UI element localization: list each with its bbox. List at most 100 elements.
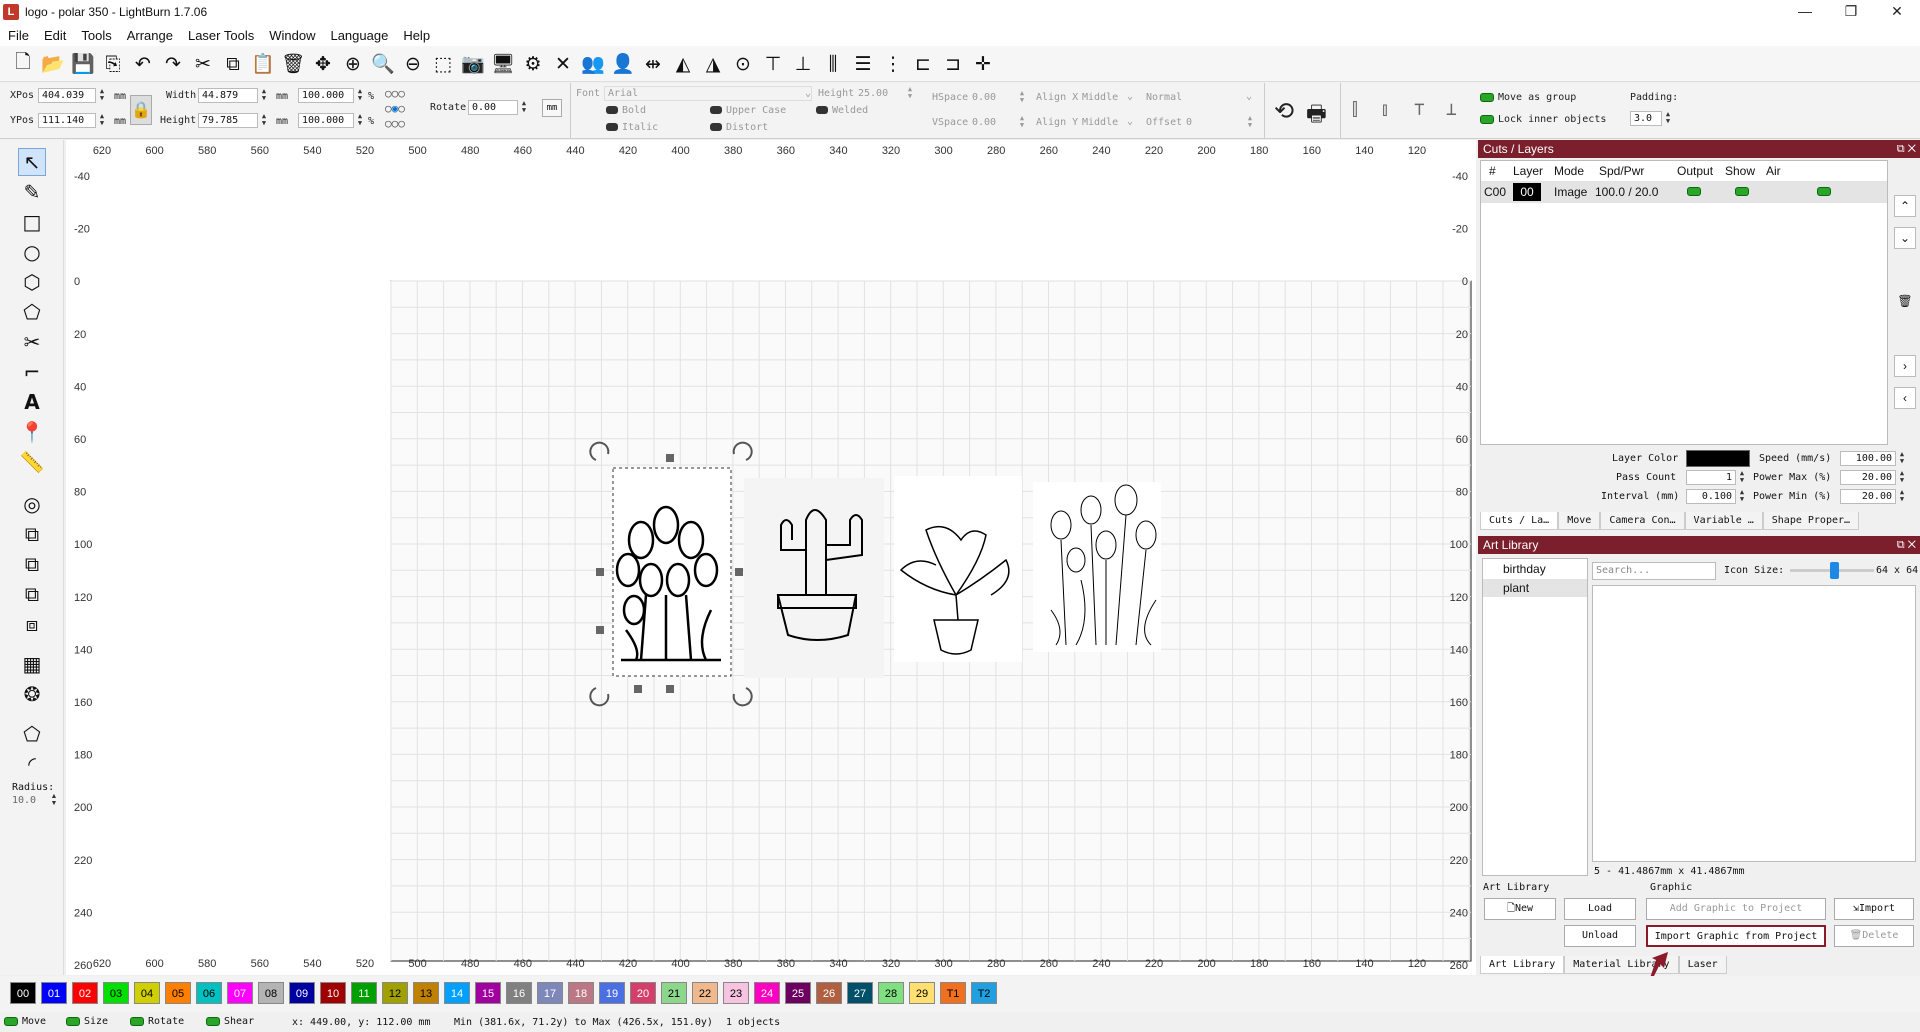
copy-icon[interactable]: ⧉	[220, 51, 246, 77]
layer-color-swatch[interactable]	[1686, 450, 1750, 467]
palette-swatch-20[interactable]: 20	[630, 982, 656, 1004]
minimize-button[interactable]: —	[1782, 0, 1828, 24]
palette-swatch-26[interactable]: 26	[816, 982, 842, 1004]
ungroup-icon[interactable]: 👤	[610, 51, 636, 77]
grid-array-icon[interactable]: ▦	[18, 650, 46, 678]
power-min-spinner-icon[interactable]: ▲ ▼	[1898, 489, 1906, 504]
font-dropdown-icon[interactable]: ⌄	[805, 88, 811, 99]
menu-help[interactable]: Help	[403, 28, 430, 43]
palette-swatch-22[interactable]: 22	[692, 982, 718, 1004]
vspace-spinner-icon[interactable]: ▲ ▼	[1018, 115, 1026, 130]
menu-arrange[interactable]: Arrange	[127, 28, 173, 43]
distort-checkbox[interactable]: Distort	[710, 122, 768, 133]
offset-tool-icon[interactable]: ◎	[18, 490, 46, 518]
monitor-icon[interactable]: 🖥	[490, 51, 516, 77]
move-toggle[interactable]: Move	[4, 1016, 46, 1027]
expand-panel-icon[interactable]: ›	[1894, 355, 1916, 377]
scale-w-spinner-icon[interactable]: ▲ ▼	[356, 88, 364, 103]
paste-icon[interactable]: 📋	[250, 51, 276, 77]
delete-layer-icon[interactable]: 🗑	[1894, 290, 1916, 312]
shear-toggle[interactable]: Shear	[206, 1016, 254, 1027]
pass-count-spinner-icon[interactable]: ▲ ▼	[1738, 470, 1746, 485]
offset-value[interactable]: 0	[1186, 117, 1192, 128]
canvas-svg[interactable]: 620 600 580 560 540 520 500 480 460 440 420 400 380 3…	[66, 140, 1476, 975]
palette-swatch-17[interactable]: 17	[537, 982, 563, 1004]
align-y-value[interactable]: Middle	[1082, 117, 1118, 128]
palette-swatch-05[interactable]: 05	[165, 982, 191, 1004]
distribute-space-icon[interactable]: ⋮	[880, 51, 906, 77]
load-library-button[interactable]: Load	[1564, 898, 1636, 920]
lock-inner-objects-checkbox[interactable]: Lock inner objects	[1480, 114, 1606, 125]
flip-vertical-icon[interactable]: ◭	[670, 51, 696, 77]
tab-shape-properties[interactable]: Shape Proper…	[1762, 512, 1860, 530]
power-max-input[interactable]: 20.00	[1840, 470, 1896, 485]
palette-swatch-07[interactable]: 07	[227, 982, 253, 1004]
lock-aspect-icon[interactable]: 🔒	[130, 95, 152, 125]
new-library-button[interactable]: 🗋New	[1484, 898, 1556, 920]
art-search-input[interactable]: Search...	[1592, 562, 1716, 580]
palette-swatch-10[interactable]: 10	[320, 982, 346, 1004]
polygon-tool-icon[interactable]: ⬡	[18, 268, 46, 296]
redo-icon[interactable]: ↷	[160, 51, 186, 77]
measure-tool-icon[interactable]: ⌐	[18, 358, 46, 386]
table-row[interactable]: C00 00 Image 100.0 / 20.0	[1481, 181, 1887, 203]
radius-spinner-icon[interactable]: ▲ ▼	[50, 793, 58, 808]
menu-tools[interactable]: Tools	[81, 28, 111, 43]
power-max-spinner-icon[interactable]: ▲ ▼	[1898, 470, 1906, 485]
tab-move[interactable]: Move	[1558, 512, 1601, 530]
height-spinner-icon[interactable]: ▲ ▼	[260, 113, 268, 128]
collapse-panel-icon[interactable]: ‹	[1894, 387, 1916, 409]
move-icon[interactable]: ✥	[310, 51, 336, 77]
new-file-icon[interactable]: 🗋	[10, 51, 36, 77]
align-top-edges-icon[interactable]: ⊤	[1414, 99, 1425, 120]
list-item-selected[interactable]: plant	[1483, 579, 1587, 597]
palette-swatch-06[interactable]: 06	[196, 982, 222, 1004]
palette-swatch-08[interactable]: 08	[258, 982, 284, 1004]
text-tool-icon[interactable]: A	[18, 388, 46, 416]
align-y-dropdown-icon[interactable]: ⌄	[1127, 116, 1133, 127]
power-min-input[interactable]: 20.00	[1840, 489, 1896, 504]
menu-language[interactable]: Language	[330, 28, 388, 43]
camera-icon[interactable]: 📷	[460, 51, 486, 77]
tools-icon[interactable]: ✕	[550, 51, 576, 77]
speed-input[interactable]: 100.00	[1840, 451, 1896, 466]
bold-checkbox[interactable]: Bold	[606, 105, 646, 116]
menu-edit[interactable]: Edit	[44, 28, 66, 43]
import-graphic-from-project-button[interactable]: Import Graphic from Project	[1646, 925, 1826, 947]
edit-nodes-tool-icon[interactable]: ⬠	[18, 298, 46, 326]
radius-input[interactable]: 10.0	[12, 795, 36, 806]
add-graphic-button[interactable]: Add Graphic to Project	[1646, 898, 1826, 920]
tab-variable-text[interactable]: Variable …	[1684, 512, 1763, 530]
text-mode-select[interactable]: Normal	[1146, 92, 1182, 103]
palette-swatch-29[interactable]: 29	[909, 982, 935, 1004]
tab-camera-control[interactable]: Camera Con…	[1600, 512, 1685, 530]
move-layer-up-icon[interactable]: ⌃	[1894, 195, 1916, 217]
palette-swatch-15[interactable]: 15	[475, 982, 501, 1004]
tab-laser[interactable]: Laser	[1678, 956, 1727, 974]
rotate-spinner-icon[interactable]: ▲ ▼	[520, 100, 528, 115]
palette-swatch-25[interactable]: 25	[785, 982, 811, 1004]
row-layer-badge[interactable]: 00	[1513, 183, 1541, 201]
interval-spinner-icon[interactable]: ▲ ▼	[1738, 489, 1746, 504]
image-tulip-sketch[interactable]	[1033, 482, 1161, 652]
ypos-spinner-icon[interactable]: ▲ ▼	[98, 113, 106, 128]
width-input[interactable]: 44.879	[198, 88, 258, 103]
palette-swatch-28[interactable]: 28	[878, 982, 904, 1004]
settings-icon[interactable]: ⚙	[520, 51, 546, 77]
zoom-in-icon[interactable]: 🔍	[370, 51, 396, 77]
text-height-value[interactable]: 25.00	[858, 88, 888, 99]
circular-array-icon[interactable]: ❂	[18, 680, 46, 708]
xpos-input[interactable]: 404.039	[38, 88, 96, 103]
trim-tool-icon[interactable]: ✂	[18, 328, 46, 356]
move-layer-down-icon[interactable]: ⌄	[1894, 227, 1916, 249]
save-icon[interactable]: 💾	[70, 51, 96, 77]
align-center-icon[interactable]: ⊙	[730, 51, 756, 77]
show-toggle[interactable]	[1735, 187, 1749, 196]
hspace-spinner-icon[interactable]: ▲ ▼	[1018, 90, 1026, 105]
palette-swatch-04[interactable]: 04	[134, 982, 160, 1004]
padding-input[interactable]: 3.0	[1630, 111, 1662, 126]
delete-graphic-button[interactable]: 🗑Delete	[1834, 925, 1914, 947]
distribute-v-icon[interactable]: ☰	[850, 51, 876, 77]
scale-width-input[interactable]: 100.000	[298, 88, 354, 103]
icon-size-slider-thumb[interactable]	[1829, 562, 1839, 579]
